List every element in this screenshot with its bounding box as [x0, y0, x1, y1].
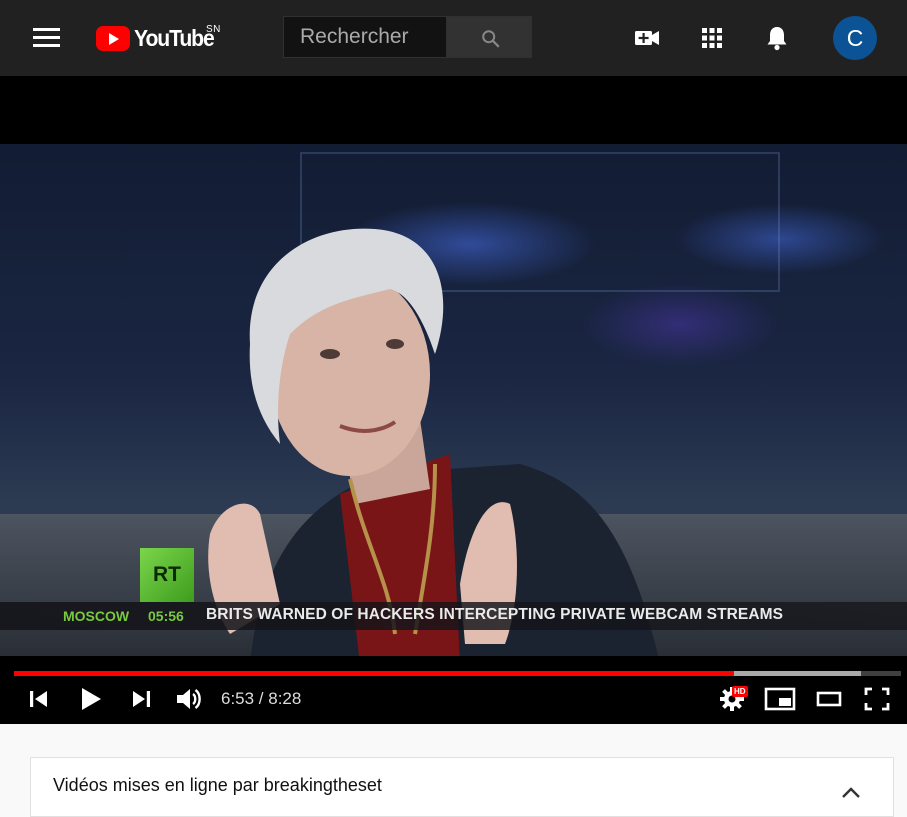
volume-button[interactable]	[174, 684, 204, 714]
video-frame[interactable]: RT MOSCOW 05:56 BRITS WARNED OF HACKERS …	[0, 144, 907, 656]
presenter-figure	[208, 228, 659, 656]
playlist-title: Vidéos mises en ligne par breakingtheset	[53, 775, 382, 795]
volume-icon	[177, 689, 201, 709]
search-input[interactable]	[300, 25, 446, 49]
progress-bar[interactable]	[14, 671, 901, 676]
youtube-play-logo-icon	[96, 26, 130, 51]
video-player[interactable]: RT MOSCOW 05:56 BRITS WARNED OF HACKERS …	[0, 76, 907, 724]
menu-icon[interactable]	[33, 28, 60, 48]
next-button[interactable]	[128, 684, 154, 714]
fullscreen-button[interactable]	[863, 684, 891, 714]
logo-text: YouTube	[134, 25, 215, 51]
time-display: 6:53 / 8:28	[221, 689, 302, 708]
ticker-headline: BRITS WARNED OF HACKERS INTERCEPTING PRI…	[206, 606, 784, 623]
notifications-bell-icon[interactable]	[763, 24, 791, 52]
miniplayer-icon	[764, 687, 796, 711]
progress-played	[14, 671, 735, 676]
apps-grid-icon[interactable]	[698, 24, 726, 52]
search-icon	[482, 30, 500, 48]
fullscreen-icon	[864, 687, 890, 711]
previous-button[interactable]	[26, 684, 52, 714]
search-box[interactable]	[283, 16, 446, 58]
create-video-icon[interactable]	[633, 24, 661, 52]
previous-icon	[30, 691, 47, 707]
miniplayer-button[interactable]	[764, 684, 796, 714]
play-button[interactable]	[77, 684, 105, 714]
search-button[interactable]	[446, 16, 532, 58]
chevron-up-icon	[842, 787, 860, 798]
next-icon	[133, 691, 150, 707]
ticker-city: MOSCOW	[63, 608, 130, 624]
theater-mode-button[interactable]	[815, 684, 843, 714]
theater-mode-icon	[816, 691, 842, 707]
news-ticker: MOSCOW 05:56 BRITS WARNED OF HACKERS INT…	[0, 602, 907, 630]
country-code: SN	[206, 24, 221, 35]
hd-badge: HD	[732, 686, 748, 697]
ticker-time: 05:56	[148, 608, 184, 624]
channel-logo: RT	[140, 548, 194, 602]
avatar[interactable]: C	[833, 16, 877, 60]
playlist-panel: Vidéos mises en ligne par breakingtheset	[30, 757, 894, 817]
masthead: YouTube SN Rechercher C	[0, 0, 907, 76]
play-icon	[82, 688, 101, 710]
youtube-logo[interactable]: YouTube SN	[96, 24, 221, 53]
